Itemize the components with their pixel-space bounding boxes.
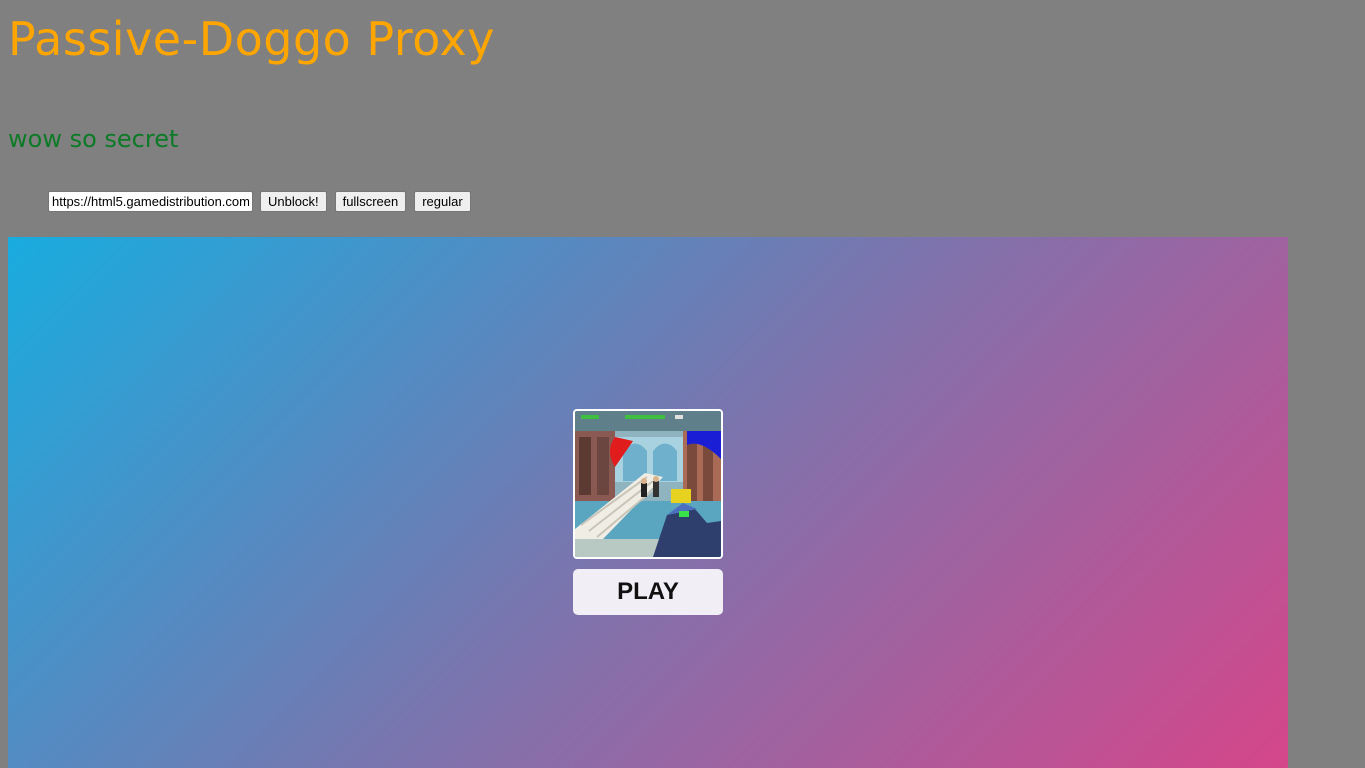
url-input[interactable] xyxy=(48,190,253,212)
play-button[interactable]: PLAY xyxy=(573,569,723,615)
game-frame[interactable]: PLAY xyxy=(8,237,1288,768)
regular-button[interactable]: regular xyxy=(414,190,471,212)
page-subtitle: wow so secret xyxy=(8,125,179,153)
unblock-button[interactable]: Unblock! xyxy=(260,190,327,212)
fps-game-thumbnail-icon xyxy=(575,411,721,557)
proxy-controls: Unblock! fullscreen regular xyxy=(48,190,479,212)
fullscreen-button[interactable]: fullscreen xyxy=(334,190,407,212)
page-title: Passive-Doggo Proxy xyxy=(8,12,495,66)
game-thumbnail[interactable] xyxy=(573,409,723,559)
